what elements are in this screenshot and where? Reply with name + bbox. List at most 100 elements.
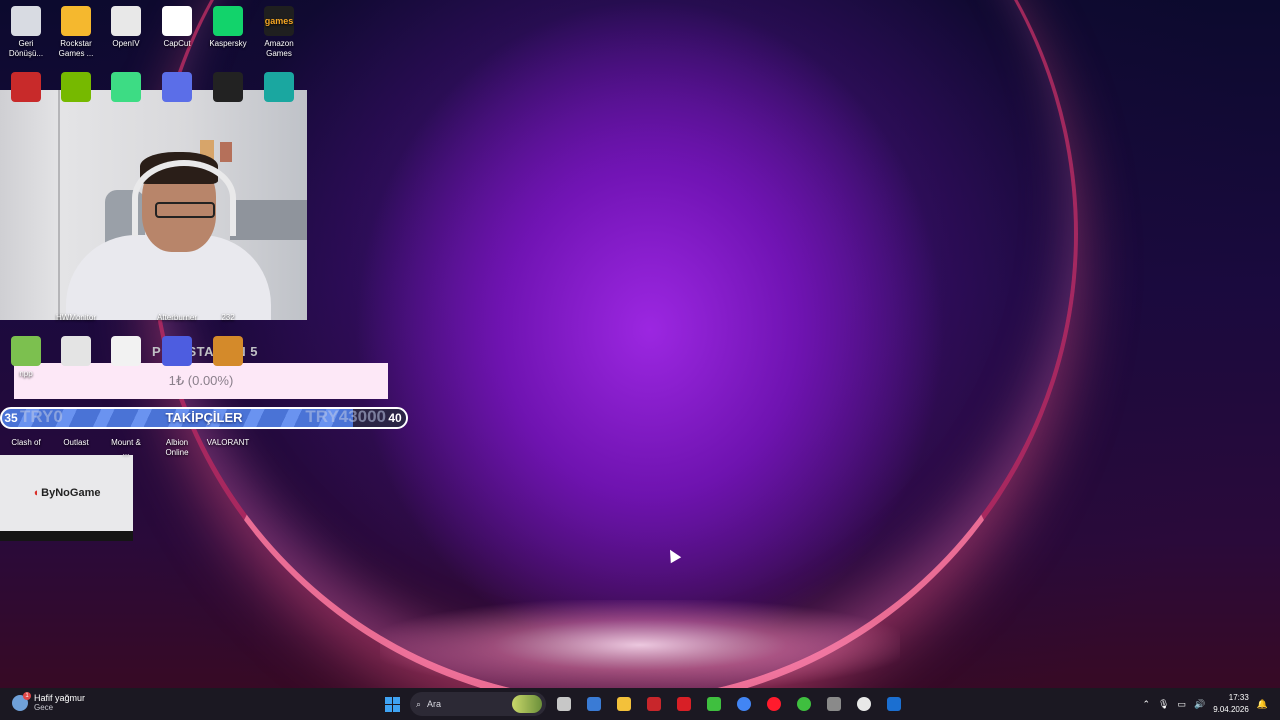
icon-label-line2: Games <box>266 49 292 58</box>
bynogame-logo-icon: ◖ <box>32 487 40 499</box>
system-tray: ⌃ 🎙 ▭ 🔊 17:33 9.04.2026 🔔 <box>1142 692 1268 716</box>
obs-icon[interactable] <box>852 692 876 716</box>
capcut-icon <box>162 6 192 36</box>
volume-icon[interactable]: 🔊 <box>1194 699 1205 710</box>
desktop-icon-mount-blade-icon[interactable]: Mount &... <box>101 438 151 458</box>
desktop-icon-amazon-games-icon[interactable]: games Amazon Games <box>254 0 304 59</box>
wallpaper-glow <box>380 600 900 690</box>
sponsor-name: ByNoGame <box>41 487 101 499</box>
app-icon-blue2 <box>162 336 192 366</box>
weather-icon: 1 <box>12 691 31 711</box>
weather-badge: 1 <box>23 691 31 700</box>
desktop-icon-app-icon-orange[interactable] <box>203 330 253 369</box>
start-button[interactable] <box>380 692 404 716</box>
openiv-icon <box>111 6 141 36</box>
desktop-icon-app-icon-red[interactable] <box>1 66 51 105</box>
icon-label: Clash of <box>11 438 41 447</box>
truck-icon <box>61 336 91 366</box>
webcam-feed <box>0 90 307 320</box>
discord-icon[interactable] <box>792 692 816 716</box>
app-icon-blue <box>162 72 192 102</box>
followers-goal-count: 40 <box>388 411 402 425</box>
app-icon-teal <box>264 72 294 102</box>
weather-subtitle: Gece <box>34 703 54 712</box>
search-placeholder: Ara <box>427 699 442 709</box>
desktop-icon-java-icon[interactable] <box>101 330 151 369</box>
icon-label-line2: Online <box>165 448 189 457</box>
app-icon-red <box>11 72 41 102</box>
clock-date: 9.04.2026 <box>1213 705 1249 714</box>
pinned-apps <box>552 692 906 716</box>
opera-icon[interactable] <box>762 692 786 716</box>
taskbar-search[interactable]: ⌕ Ara <box>410 692 546 716</box>
file-explorer-icon[interactable] <box>552 692 576 716</box>
icon-label: Rockstar <box>60 39 92 48</box>
desktop-icon-kaspersky-icon[interactable]: Kaspersky <box>203 0 253 49</box>
icon-label: Geri <box>18 39 34 48</box>
icon-label: Mount & <box>111 438 141 447</box>
taskbar-center: ⌕ Ara <box>380 692 906 716</box>
desktop-icon-recycle-bin-icon[interactable]: Geri Dönüşü... <box>1 0 51 59</box>
desktop-icon-capcut-icon[interactable]: CapCut <box>152 0 202 49</box>
app-icon-dark <box>213 72 243 102</box>
network-icon[interactable]: ▭ <box>1177 699 1186 710</box>
desktop-icon-app-icon-dark[interactable] <box>203 66 253 105</box>
desktop-icon-app-icon-teal[interactable] <box>254 66 304 105</box>
kaspersky-icon <box>213 6 243 36</box>
mouse-cursor-icon <box>664 546 682 564</box>
nvidia-icon <box>61 72 91 102</box>
icon-label: Amazon <box>264 39 294 48</box>
windows-logo-icon <box>384 696 400 712</box>
desktop-icon-albion-icon[interactable]: Albion Online <box>152 438 202 458</box>
desktop-icon-app-icon-blue[interactable] <box>152 66 202 105</box>
app-red2-icon[interactable] <box>672 692 696 716</box>
icon-label-line2: ... <box>122 448 130 457</box>
chevron-up-icon[interactable]: ⌃ <box>1142 699 1150 710</box>
icon-label-line2: Games ... <box>58 49 94 58</box>
donation-goal-text: 1₺ (0.00%) <box>168 373 234 388</box>
followers-label: TAKİPÇİLER <box>165 410 243 425</box>
weather-widget[interactable]: 1 Hafif yağmur Gece <box>12 691 86 712</box>
steam-icon[interactable] <box>882 692 906 716</box>
sponsor-banner-shadow <box>0 531 133 541</box>
icon-label: OpenIV <box>112 39 140 48</box>
desktop-icon-truck-icon[interactable] <box>51 330 101 369</box>
folder-icon[interactable] <box>612 692 636 716</box>
clock[interactable]: 17:33 9.04.2026 <box>1213 692 1249 716</box>
icon-label: Albion <box>165 438 189 447</box>
desktop-icon-nvidia-icon[interactable] <box>51 66 101 105</box>
microphone-icon[interactable]: 🎙 <box>1158 699 1169 710</box>
icon-label: Kaspersky <box>209 39 247 48</box>
desktop-icon-rockstar-games-icon[interactable]: Rockstar Games ... <box>51 0 101 59</box>
app-red-icon[interactable] <box>642 692 666 716</box>
frog-icon <box>11 336 41 366</box>
icon-label: npp <box>19 369 33 378</box>
desktop-icon-outlast-icon[interactable]: Outlast <box>51 438 101 448</box>
java-icon <box>111 336 141 366</box>
desktop-icon-valorant-icon[interactable]: VALORANT <box>203 438 253 448</box>
followers-progress-bar: TRY0 TRY43000 35 TAKİPÇİLER 40 <box>0 407 408 429</box>
desktop-icon-android-icon[interactable] <box>101 66 151 105</box>
desktop-icon-clash-icon[interactable]: Clash of <box>1 438 51 448</box>
app-gray-icon[interactable] <box>822 692 846 716</box>
search-highlight-icon <box>512 695 542 713</box>
notification-icon[interactable]: 🔔 <box>1257 699 1268 710</box>
search-icon: ⌕ <box>416 698 422 709</box>
store-icon[interactable] <box>582 692 606 716</box>
weather-title: Hafif yağmur <box>34 693 86 703</box>
desktop-icon-frog-icon[interactable]: npp <box>1 330 51 379</box>
rockstar-games-icon <box>61 6 91 36</box>
chrome-icon[interactable] <box>732 692 756 716</box>
android-icon <box>111 72 141 102</box>
icon-label: Outlast <box>63 438 89 447</box>
desktop-icon-app-icon-blue2[interactable] <box>152 330 202 369</box>
minecraft-icon[interactable] <box>702 692 726 716</box>
desktop-label-232[interactable]: 232 <box>210 313 246 323</box>
icon-label: VALORANT <box>206 438 250 447</box>
clock-time: 17:33 <box>1228 693 1249 702</box>
desktop-icon-openiv-icon[interactable]: OpenIV <box>101 0 151 49</box>
recycle-bin-icon <box>11 6 41 36</box>
desktop-label-afterburner[interactable]: Afterburner <box>152 313 202 323</box>
desktop-label-hwmonitor[interactable]: HWMonitor <box>52 313 100 323</box>
app-icon-orange <box>213 336 243 366</box>
